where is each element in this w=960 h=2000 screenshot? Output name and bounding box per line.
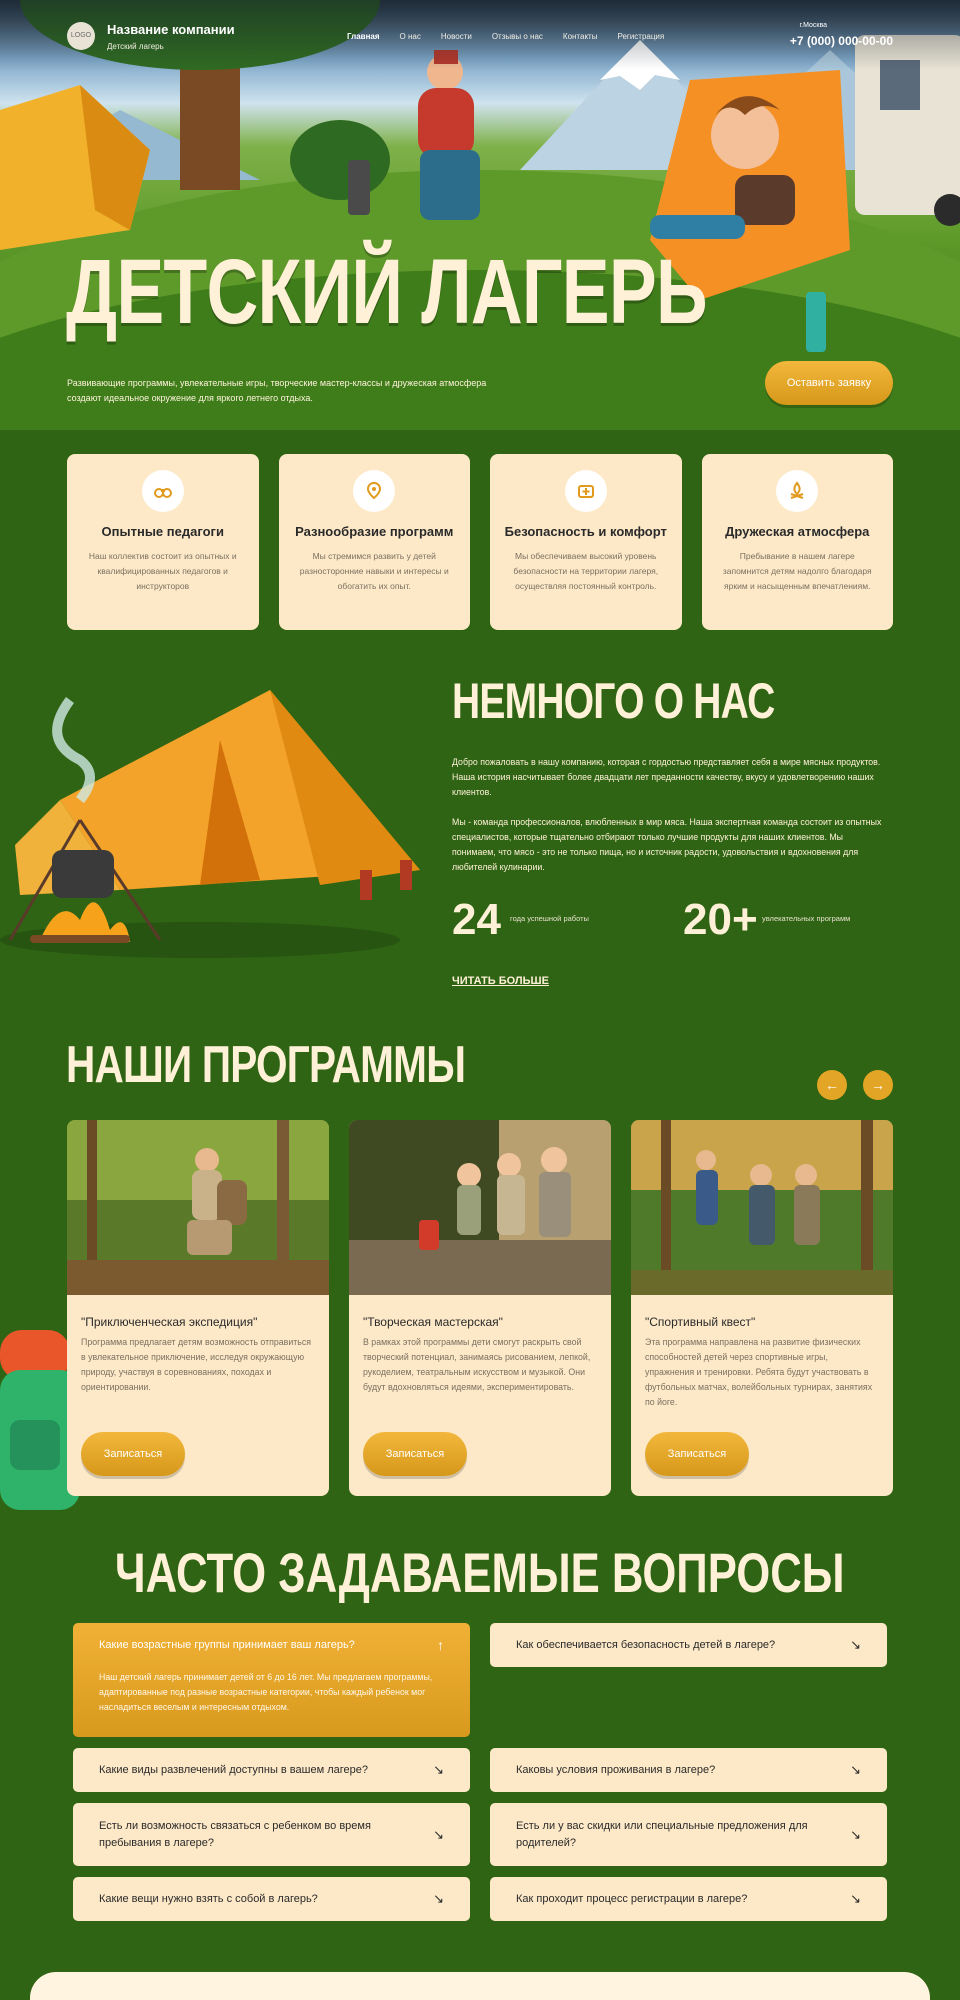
faq-item[interactable]: Есть ли у вас скидки или специальные пре… <box>490 1803 887 1866</box>
feature-card: Разнообразие программ Мы стремимся разви… <box>278 454 470 630</box>
feature-card: Безопасность и комфорт Мы обеспечиваем в… <box>490 454 682 630</box>
faq-item[interactable]: Как обеспечивается безопасность детей в … <box>490 1623 887 1667</box>
site-header: LOGO Название компании Детский лагерь Гл… <box>67 20 893 60</box>
nav-about[interactable]: О нас <box>400 32 421 41</box>
enroll-button[interactable]: Записаться <box>81 1432 185 1476</box>
faq-question: Есть ли возможность связаться с ребенком… <box>99 1819 371 1849</box>
nav-news[interactable]: Новости <box>441 32 472 41</box>
programs-title: НАШИ ПРОГРАММЫ <box>66 1036 466 1094</box>
program-image <box>67 1120 329 1295</box>
carousel-next-button[interactable]: → <box>863 1070 893 1100</box>
hero-title: ДЕТСКИЙ ЛАГЕРЬ <box>66 241 708 343</box>
feature-title: Разнообразие программ <box>295 524 454 539</box>
about-paragraph-1: Добро пожаловать в нашу компанию, котора… <box>452 757 881 797</box>
feature-title: Опытные педагоги <box>101 524 224 539</box>
about-paragraph-2: Мы - команда профессионалов, влюбленных … <box>452 817 882 872</box>
faq-title: ЧАСТО ЗАДАВАЕМЫЕ ВОПРОСЫ <box>115 1541 845 1604</box>
city-label: г.Москва <box>799 22 827 29</box>
nav-home[interactable]: Главная <box>347 32 380 41</box>
carousel-prev-button[interactable]: ← <box>817 1070 847 1100</box>
faq-question: Есть ли у вас скидки или специальные пре… <box>516 1819 808 1849</box>
hero-description: Развивающие программы, увлекательные игр… <box>67 378 487 403</box>
features-row: Опытные педагоги Наш коллектив состоит и… <box>67 454 893 630</box>
faq-answer: Наш детский лагерь принимает детей от 6 … <box>99 1672 433 1712</box>
feature-text: Мы обеспечиваем высокий уровень безопасн… <box>513 551 659 591</box>
arrow-down-right-icon: ↘ <box>433 1826 444 1842</box>
nav-reviews[interactable]: Отзывы о нас <box>492 32 543 41</box>
campfire-icon <box>776 470 819 512</box>
faq-question: Какие вещи нужно взять с собой в лагерь? <box>99 1892 318 1905</box>
feature-title: Дружеская атмосфера <box>725 524 870 539</box>
feature-title: Безопасность и комфорт <box>504 524 667 539</box>
map-pin-icon <box>353 470 396 512</box>
faq-item[interactable]: Какие вещи нужно взять с собой в лагерь?… <box>73 1877 470 1921</box>
enroll-button[interactable]: Записаться <box>363 1432 467 1476</box>
faq-item-expanded[interactable]: Какие возрастные группы принимает ваш ла… <box>73 1623 470 1737</box>
chevron-up-icon[interactable]: ↑ <box>437 1637 444 1653</box>
faq-item[interactable]: Каковы условия проживания в лагере? ↘ <box>490 1748 887 1792</box>
programs-carousel: "Приключенческая экспедиция" Программа п… <box>67 1120 893 1496</box>
program-title: "Приключенческая экспедиция" <box>81 1315 258 1329</box>
arrow-down-right-icon: ↘ <box>850 1637 861 1652</box>
phone-link[interactable]: +7 (000) 000-00-00 <box>790 34 893 48</box>
logo[interactable]: LOGO <box>67 22 95 50</box>
enroll-button[interactable]: Записаться <box>645 1432 749 1476</box>
binoculars-icon <box>141 470 184 512</box>
feature-text: Наш коллектив состоит из опытных и квали… <box>88 551 237 591</box>
tent-campfire-illustration <box>0 690 420 958</box>
faq-item[interactable]: Как проходит процесс регистрации в лагер… <box>490 1877 887 1921</box>
feature-text: Мы стремимся развить у детей разносторон… <box>299 551 449 591</box>
faq-item[interactable]: Есть ли возможность связаться с ребенком… <box>73 1803 470 1866</box>
faq-question: Как обеспечивается безопасность детей в … <box>516 1638 776 1651</box>
faq-question: Каковы условия проживания в лагере? <box>516 1763 716 1776</box>
company-name: Название компании <box>107 22 235 37</box>
company-subtitle: Детский лагерь <box>107 42 164 51</box>
faq-question: Какие виды развлечений доступны в вашем … <box>99 1763 368 1776</box>
feature-text: Пребывание в нашем лагере запомнится дет… <box>722 551 872 591</box>
program-card: "Приключенческая экспедиция" Программа п… <box>67 1120 329 1496</box>
program-description: Программа предлагает детям возможность о… <box>81 1337 312 1392</box>
first-aid-icon <box>564 470 607 512</box>
arrow-down-right-icon: ↘ <box>850 1826 861 1842</box>
program-description: Эта программа направлена на развитие физ… <box>645 1337 873 1407</box>
faq-item[interactable]: Какие виды развлечений доступны в вашем … <box>73 1748 470 1792</box>
leave-request-button[interactable]: Оставить заявку <box>765 361 893 405</box>
program-image <box>631 1120 893 1295</box>
program-image <box>349 1120 611 1295</box>
nav-registration[interactable]: Регистрация <box>617 32 664 41</box>
stat-years-number: 24 <box>452 895 501 944</box>
program-title: "Творческая мастерская" <box>363 1315 503 1329</box>
arrow-down-right-icon: ↘ <box>850 1762 861 1777</box>
main-nav: Главная О нас Новости Отзывы о нас Конта… <box>347 32 664 41</box>
program-description: В рамках этой программы дети смогут раск… <box>363 1337 591 1392</box>
program-card: "Творческая мастерская" В рамках этой пр… <box>349 1120 611 1496</box>
program-title: "Спортивный квест" <box>645 1315 756 1329</box>
faq-question: Какие возрастные группы принимает ваш ла… <box>99 1639 355 1651</box>
feature-card: Дружеская атмосфера Пребывание в нашем л… <box>701 454 893 630</box>
faq-question: Как проходит процесс регистрации в лагер… <box>516 1892 748 1905</box>
feature-card: Опытные педагоги Наш коллектив состоит и… <box>67 454 259 630</box>
next-section-panel <box>30 1972 930 2000</box>
stat-programs-label: увлекательных программ <box>762 914 851 923</box>
arrow-down-right-icon: ↘ <box>433 1762 444 1777</box>
stat-years-label: года успешной работы <box>510 914 589 923</box>
arrow-down-right-icon: ↘ <box>433 1891 444 1906</box>
arrow-down-right-icon: ↘ <box>850 1891 861 1906</box>
stat-programs-number: 20+ <box>683 895 758 944</box>
program-card: "Спортивный квест" Эта программа направл… <box>631 1120 893 1496</box>
about-title: НЕМНОГО О НАС <box>452 673 775 729</box>
read-more-link[interactable]: ЧИТАТЬ БОЛЬШЕ <box>452 975 549 987</box>
nav-contacts[interactable]: Контакты <box>563 32 598 41</box>
